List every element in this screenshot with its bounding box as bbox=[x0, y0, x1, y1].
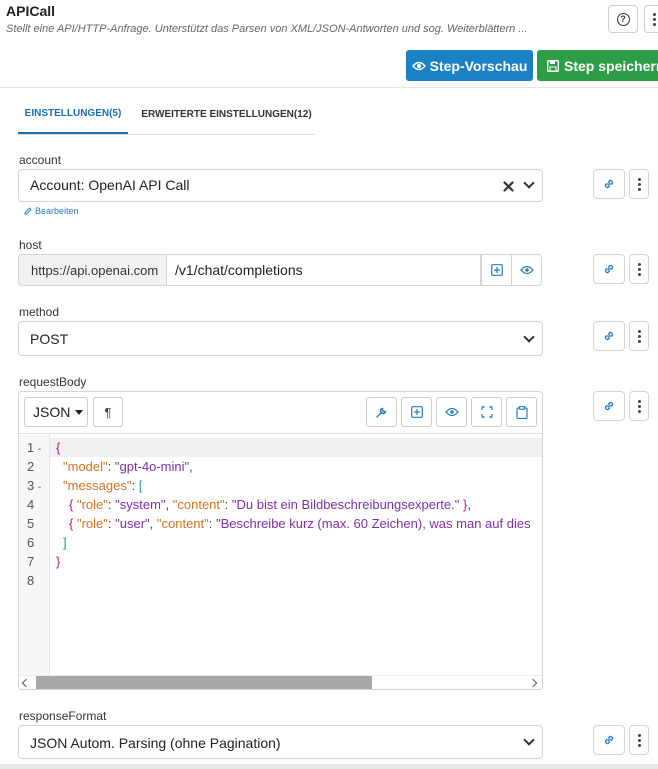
insert-variable-button[interactable] bbox=[401, 397, 432, 427]
host-more-button[interactable] bbox=[629, 254, 649, 284]
page-subtitle: Stellt eine API/HTTP-Anfrage. Unterstütz… bbox=[6, 23, 528, 35]
vertical-dots-icon bbox=[645, 6, 658, 32]
link-icon bbox=[604, 264, 614, 274]
scrollbar-thumb[interactable] bbox=[36, 676, 372, 689]
line-number: 1 - bbox=[27, 440, 42, 455]
code-line: { "role": "system", "content": "Du bist … bbox=[69, 497, 471, 512]
response-format-select[interactable]: JSON Autom. Parsing (ohne Pagination) bbox=[18, 725, 543, 759]
account-label: account bbox=[19, 153, 62, 167]
code-editor: JSON ¶ 1 - 2 3 - 4 5 6 7 8 { "model": "g… bbox=[18, 391, 543, 690]
pilcrow-icon: ¶ bbox=[104, 404, 112, 420]
line-number: 4 bbox=[27, 497, 35, 512]
editor-toolbar: JSON ¶ bbox=[19, 392, 542, 434]
chevron-down-icon[interactable] bbox=[523, 734, 535, 746]
line-number: 6 bbox=[27, 535, 35, 550]
account-value: Account: OpenAI API Call bbox=[30, 177, 190, 193]
format-code-button[interactable] bbox=[366, 397, 397, 427]
step-preview-button[interactable]: Step-Vorschau bbox=[406, 50, 533, 81]
vertical-dots-icon bbox=[630, 322, 648, 350]
host-label: host bbox=[19, 238, 42, 252]
format-value: JSON bbox=[33, 404, 71, 420]
account-link-button[interactable] bbox=[593, 169, 625, 199]
line-number: 7 bbox=[27, 554, 35, 569]
request-body-link-button[interactable] bbox=[593, 391, 625, 421]
step-save-button[interactable]: Step speichern bbox=[537, 50, 658, 81]
code-line: { bbox=[50, 438, 542, 457]
line-number: 2 bbox=[27, 459, 35, 474]
eye-icon bbox=[444, 407, 459, 417]
step-preview-label: Step-Vorschau bbox=[429, 57, 528, 74]
horizontal-scrollbar[interactable] bbox=[19, 675, 542, 689]
page-title: APICall bbox=[6, 3, 56, 19]
question-icon: ? bbox=[616, 12, 630, 26]
clipboard-icon bbox=[515, 405, 528, 419]
vertical-dots-icon bbox=[630, 392, 648, 420]
method-link-button[interactable] bbox=[593, 321, 625, 351]
preview-button[interactable] bbox=[436, 397, 467, 427]
code-line: { "role": "user", "content": "Beschreibe… bbox=[69, 516, 531, 531]
vertical-dots-icon bbox=[630, 726, 648, 754]
tab-advanced-settings[interactable]: ERWEITERTE EINSTELLUNGEN(12) bbox=[138, 94, 315, 134]
response-format-value: JSON Autom. Parsing (ohne Pagination) bbox=[30, 735, 281, 751]
line-number: 3 - bbox=[27, 478, 42, 493]
response-format-more-button[interactable] bbox=[629, 725, 649, 755]
help-button[interactable]: ? bbox=[608, 5, 638, 33]
bottom-divider bbox=[0, 764, 658, 769]
line-number: 5 bbox=[27, 516, 35, 531]
tab-settings[interactable]: EINSTELLUNGEN(5) bbox=[18, 94, 128, 134]
host-insert-variable-button[interactable] bbox=[481, 254, 512, 286]
link-icon bbox=[604, 331, 614, 341]
host-link-button[interactable] bbox=[593, 254, 625, 284]
host-path-input[interactable]: /v1/chat/completions bbox=[166, 254, 481, 286]
code-input[interactable]: { "model": "gpt-4o-mini", "messages": [ … bbox=[50, 435, 542, 675]
step-save-label: Step speichern bbox=[564, 57, 658, 74]
plus-square-icon bbox=[490, 264, 503, 276]
account-more-button[interactable] bbox=[629, 169, 649, 199]
response-format-label: responseFormat bbox=[19, 709, 107, 723]
eye-icon bbox=[411, 61, 426, 70]
method-value: POST bbox=[30, 331, 69, 347]
host-preview-button[interactable] bbox=[511, 254, 542, 286]
request-body-label: requestBody bbox=[19, 375, 87, 389]
settings-tabs: EINSTELLUNGEN(5) ERWEITERTE EINSTELLUNGE… bbox=[18, 94, 315, 135]
scroll-left-icon[interactable] bbox=[21, 678, 31, 688]
caret-down-icon bbox=[75, 409, 84, 415]
code-line: ] bbox=[63, 535, 67, 550]
response-format-link-button[interactable] bbox=[593, 725, 625, 755]
clear-icon[interactable] bbox=[503, 181, 514, 192]
method-more-button[interactable] bbox=[629, 321, 649, 351]
link-icon bbox=[604, 179, 614, 189]
link-icon bbox=[604, 735, 614, 745]
vertical-dots-icon bbox=[630, 255, 648, 283]
step-header: APICall Stellt eine API/HTTP-Anfrage. Un… bbox=[0, 0, 658, 88]
edit-account-link[interactable]: Bearbeiten bbox=[24, 206, 79, 216]
plus-square-icon bbox=[410, 406, 423, 418]
link-icon bbox=[604, 401, 614, 411]
line-number-gutter: 1 - 2 3 - 4 5 6 7 8 bbox=[19, 435, 50, 675]
vertical-dots-icon bbox=[630, 170, 648, 198]
header-more-button[interactable] bbox=[644, 5, 658, 33]
request-body-more-button[interactable] bbox=[629, 391, 649, 421]
method-select[interactable]: POST bbox=[18, 321, 543, 356]
chevron-down-icon[interactable] bbox=[523, 177, 535, 189]
floppy-disk-icon bbox=[547, 59, 559, 72]
chevron-down-icon[interactable] bbox=[523, 331, 535, 343]
scroll-right-icon[interactable] bbox=[528, 678, 538, 688]
paste-button[interactable] bbox=[506, 397, 537, 427]
code-line: } bbox=[56, 554, 61, 569]
pencil-icon bbox=[24, 207, 32, 215]
wrench-icon bbox=[376, 407, 387, 418]
host-prefix: https://api.openai.com bbox=[18, 254, 167, 286]
expand-icon bbox=[480, 406, 493, 418]
format-dropdown[interactable]: JSON bbox=[24, 397, 88, 427]
account-select[interactable]: Account: OpenAI API Call bbox=[18, 169, 543, 202]
code-line: "messages": [ bbox=[63, 478, 143, 493]
fullscreen-button[interactable] bbox=[471, 397, 502, 427]
code-line: "model": "gpt-4o-mini", bbox=[63, 459, 193, 474]
edit-account-label: Bearbeiten bbox=[35, 206, 79, 216]
line-number: 8 bbox=[27, 573, 35, 588]
method-label: method bbox=[19, 305, 60, 319]
pilcrow-button[interactable]: ¶ bbox=[93, 397, 123, 427]
eye-icon bbox=[519, 265, 534, 275]
